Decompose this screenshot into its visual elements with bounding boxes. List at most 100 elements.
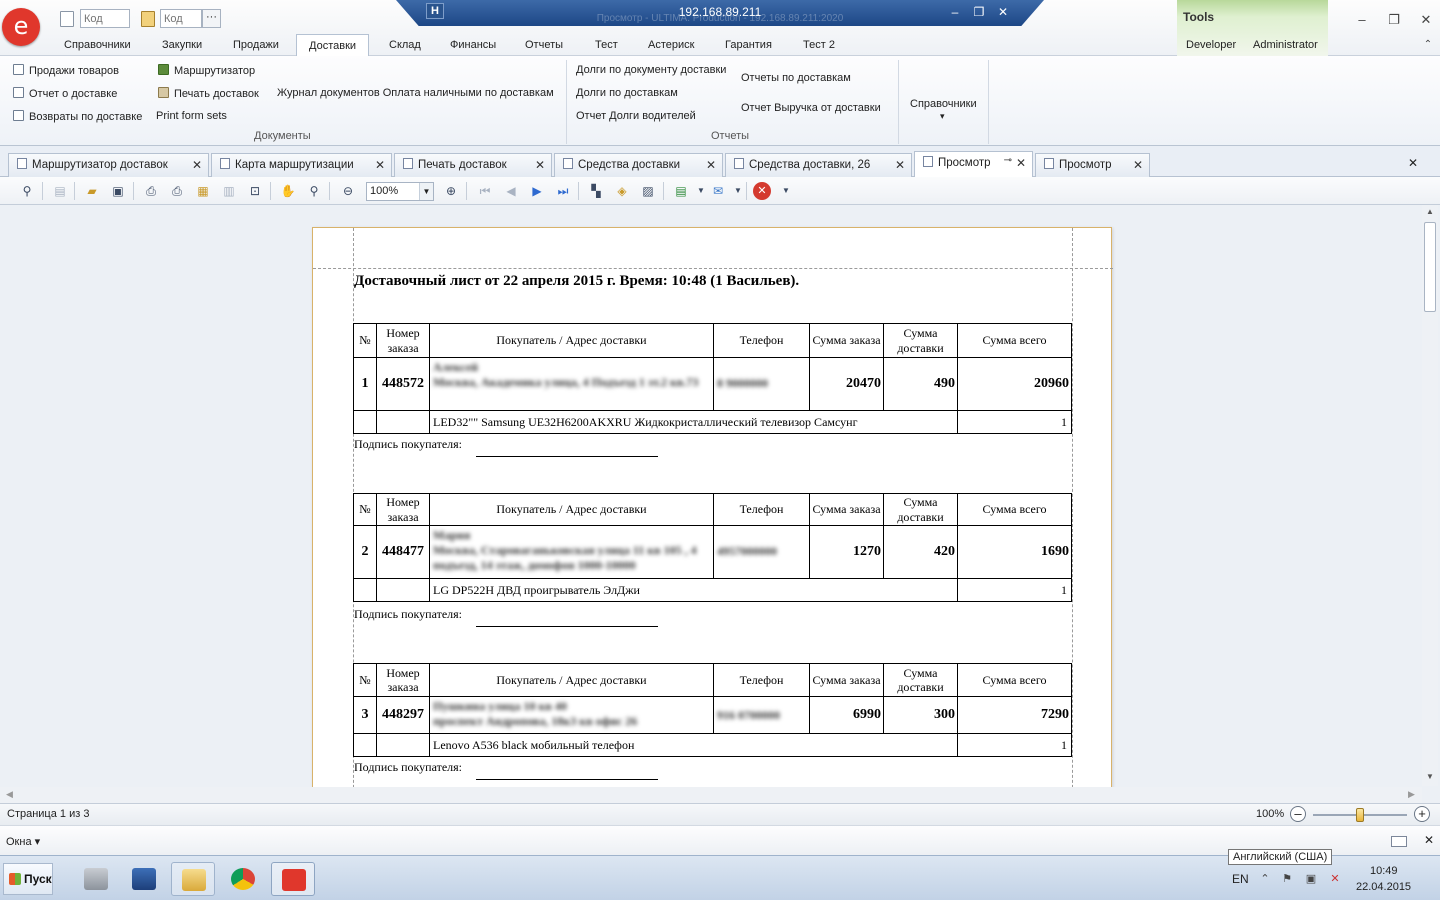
remote-minimize-icon[interactable]: – [946, 4, 964, 20]
tab-developer[interactable]: Developer [1186, 35, 1236, 56]
scale-icon[interactable]: ⊡ [247, 183, 263, 199]
tab-test-2[interactable]: Тест 2 [803, 35, 835, 56]
tab-asterisk[interactable]: Астериск [648, 35, 694, 56]
tab-garantiya[interactable]: Гарантия [725, 35, 772, 56]
document-icon[interactable] [60, 11, 74, 27]
export-icon[interactable]: ▤ [673, 183, 689, 199]
tab-spravochniki[interactable]: Справочники [64, 35, 131, 56]
page-color-icon[interactable]: ◈ [614, 183, 630, 199]
horizontal-scrollbar[interactable]: ◀ ▶ [0, 787, 1422, 803]
print-deliveries-button[interactable]: Печать доставок [158, 87, 259, 100]
zoom-out-icon[interactable]: – [1290, 806, 1306, 822]
close-icon[interactable]: ✕ [1418, 12, 1434, 28]
sales-button[interactable]: Продажи товаров [13, 64, 119, 77]
header-footer-icon[interactable]: ▥ [221, 183, 237, 199]
windows-menu[interactable]: Окна ▾ [6, 835, 40, 848]
flag-icon[interactable]: ⚑ [1280, 873, 1294, 885]
language-indicator[interactable]: EN [1232, 872, 1249, 886]
print-form-sets-button[interactable]: Print form sets [156, 110, 227, 122]
zoom-slider-thumb[interactable] [1356, 808, 1364, 822]
delivery-report-button[interactable]: Отчет о доставке [13, 87, 117, 100]
folder-icon[interactable] [141, 11, 155, 27]
task-explorer[interactable] [171, 862, 215, 896]
multiple-pages-icon[interactable]: ▚ [588, 183, 604, 199]
zoom-out-icon[interactable]: ⊖ [340, 183, 356, 199]
close-icon[interactable]: ✕ [535, 158, 545, 172]
tab-otchety[interactable]: Отчеты [525, 35, 563, 56]
chevron-down-icon[interactable]: ▼ [419, 183, 433, 200]
tray-expand-icon[interactable]: ⌃ [1258, 873, 1272, 885]
tab-sklad[interactable]: Склад [389, 35, 421, 56]
start-button[interactable]: Пуск [3, 863, 53, 895]
clock-date[interactable]: 22.04.2015 [1356, 881, 1411, 893]
pin-icon[interactable]: ⊸ [1004, 155, 1012, 166]
print-icon[interactable]: ⎙ [169, 183, 185, 199]
close-icon[interactable]: ✕ [375, 158, 385, 172]
cash-journal-button[interactable]: Журнал документов Оплата наличными по до… [277, 87, 554, 99]
remote-close-icon[interactable]: ✕ [994, 4, 1012, 20]
close-icon[interactable]: ✕ [1424, 833, 1434, 847]
code-more-button[interactable]: ··· [202, 9, 221, 28]
scroll-right-icon[interactable]: ▶ [1408, 789, 1415, 800]
mail-icon[interactable] [1391, 836, 1407, 847]
find-icon[interactable]: ⚲ [19, 183, 35, 199]
tab-prodazhi[interactable]: Продажи [233, 35, 279, 56]
tab-finansy[interactable]: Финансы [450, 35, 496, 56]
clock-time[interactable]: 10:49 [1370, 865, 1398, 877]
close-icon[interactable]: ✕ [192, 158, 202, 172]
tab-test[interactable]: Тест [595, 35, 618, 56]
doc-tab-preview[interactable]: Просмотр ✕ [1035, 153, 1150, 177]
close-icon[interactable]: ✕ [895, 158, 905, 172]
restore-icon[interactable]: ❐ [1386, 12, 1402, 28]
page-setup-icon[interactable]: ▦ [195, 183, 211, 199]
doc-tab-route-map[interactable]: Карта маршрутизации ✕ [211, 153, 392, 177]
remote-restore-icon[interactable]: ❐ [970, 4, 988, 20]
doc-tab-delivery-vehicles[interactable]: Средства доставки ✕ [554, 153, 723, 177]
previous-page-icon[interactable]: ◀ [503, 183, 519, 199]
task-chrome[interactable] [221, 862, 265, 896]
close-icon[interactable]: ✕ [1016, 156, 1026, 170]
task-ultima[interactable] [271, 862, 315, 896]
scroll-thumb[interactable] [1424, 222, 1436, 312]
tab-administrator[interactable]: Administrator [1253, 35, 1318, 56]
revenue-report-button[interactable]: Отчет Выручка от доставки [741, 102, 881, 114]
open-icon[interactable]: ▰ [84, 183, 100, 199]
zoom-in-icon[interactable]: ⊕ [443, 183, 459, 199]
code-field-1[interactable] [80, 9, 130, 28]
doc-tab-router[interactable]: Маршрутизатор доставок ✕ [8, 153, 209, 177]
references-dropdown-icon[interactable]: ▾ [940, 111, 945, 122]
debts-by-doc-button[interactable]: Долги по документу доставки [576, 64, 726, 76]
drivers-debts-button[interactable]: Отчет Долги водителей [576, 110, 696, 122]
doc-tab-print-deliveries[interactable]: Печать доставок ✕ [394, 153, 552, 177]
scroll-up-icon[interactable]: ▲ [1422, 207, 1438, 221]
router-button[interactable]: Маршрутизатор [158, 64, 255, 77]
send-email-icon[interactable]: ✉ [710, 183, 726, 199]
task-powershell[interactable] [122, 862, 166, 896]
references-button[interactable]: Справочники [910, 98, 977, 110]
close-preview-icon[interactable]: ✕ [753, 182, 771, 200]
delivery-reports-button[interactable]: Отчеты по доставкам [741, 72, 851, 84]
print-preview-area[interactable]: Доставочный лист от 22 апреля 2015 г. Вр… [0, 205, 1440, 803]
print-dialog-icon[interactable]: ⎙ [143, 183, 159, 199]
zoom-dropdown[interactable]: 100% ▼ [366, 182, 434, 201]
tab-dostavki[interactable]: Доставки [296, 34, 370, 57]
network-icon[interactable]: ▣ [1304, 873, 1318, 885]
close-icon[interactable]: ✕ [1133, 158, 1143, 172]
export-dropdown-icon[interactable]: ▼ [693, 183, 709, 199]
close-icon[interactable]: ✕ [706, 158, 716, 172]
watermark-icon[interactable]: ▨ [640, 183, 656, 199]
next-page-icon[interactable]: ▶ [529, 183, 545, 199]
scroll-down-icon[interactable]: ▼ [1422, 772, 1438, 786]
first-page-icon[interactable]: ⏮ [477, 183, 493, 199]
volume-muted-icon[interactable]: ✕ [1328, 873, 1342, 885]
debts-by-deliveries-button[interactable]: Долги по доставкам [576, 87, 678, 99]
minimize-icon[interactable]: – [1354, 12, 1370, 28]
zoom-in-icon[interactable]: + [1414, 806, 1430, 822]
magnifier-icon[interactable]: ⚲ [306, 183, 322, 199]
task-server-manager[interactable] [74, 862, 118, 896]
parameters-icon[interactable]: ▤ [52, 183, 68, 199]
scroll-left-icon[interactable]: ◀ [6, 789, 13, 800]
doc-tab-preview-active[interactable]: Просмотр ⊸ ✕ [914, 151, 1033, 178]
code-field-2[interactable] [160, 9, 202, 28]
toolbar-options-icon[interactable]: ▼ [778, 183, 794, 199]
